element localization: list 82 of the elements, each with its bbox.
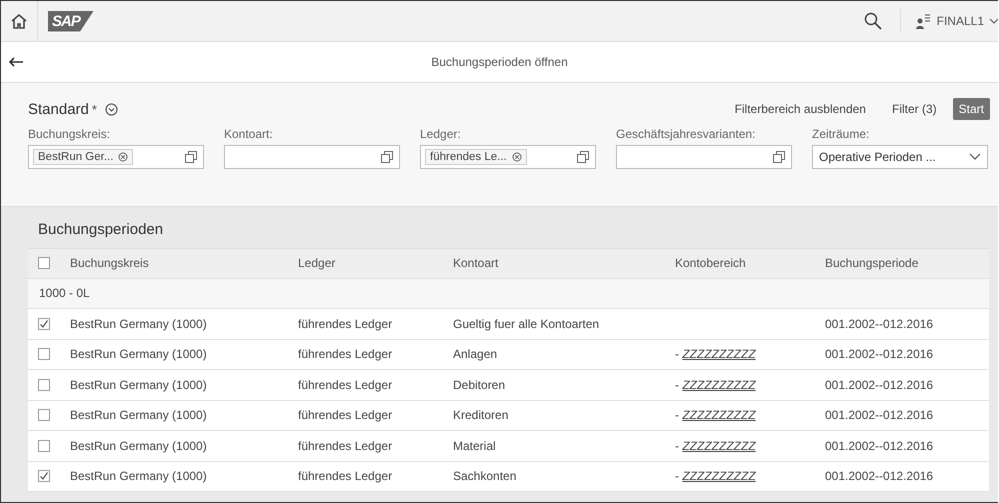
table-cell: führendes Ledger bbox=[298, 347, 392, 362]
hide-filters-button[interactable]: Filterbereich ausblenden bbox=[734, 102, 866, 116]
checkbox[interactable] bbox=[38, 440, 50, 452]
table-cell: Gueltig fuer alle Kontoarten bbox=[453, 316, 600, 331]
table-cell: - bbox=[675, 438, 679, 453]
input-field[interactable]: führendes Le... bbox=[420, 145, 596, 169]
dropdown-icon[interactable] bbox=[969, 153, 981, 161]
checkbox[interactable] bbox=[38, 318, 50, 330]
user-name[interactable]: FINALL1 bbox=[936, 14, 984, 28]
user-icon[interactable] bbox=[914, 13, 931, 29]
value-help-icon[interactable] bbox=[185, 151, 197, 163]
table-cell: Debitoren bbox=[453, 378, 506, 392]
input-field[interactable] bbox=[224, 145, 400, 169]
group-label: 1000 - 0L bbox=[39, 286, 90, 300]
logo-icon[interactable]: SAP bbox=[48, 10, 94, 32]
search-icon[interactable] bbox=[864, 12, 882, 30]
token[interactable]: BestRun Ger... bbox=[33, 149, 134, 165]
chevron-icon[interactable] bbox=[990, 17, 998, 25]
field-label: Zeiträume: bbox=[812, 127, 870, 141]
table-cell: 001.2002--012.2016 bbox=[825, 408, 934, 422]
checkbox[interactable] bbox=[38, 257, 50, 270]
range-link[interactable]: ZZZZZZZZZZ bbox=[682, 378, 756, 392]
table-cell: führendes Ledger bbox=[298, 378, 392, 392]
table-cell: - bbox=[675, 378, 679, 392]
dropdown-icon[interactable] bbox=[104, 102, 118, 116]
variant-name[interactable]: Standard bbox=[28, 100, 89, 118]
table-cell: - bbox=[675, 347, 679, 362]
table-cell: Anlagen bbox=[453, 347, 498, 362]
table-cell: führendes Ledger bbox=[298, 438, 392, 453]
table-cell: 001.2002--012.2016 bbox=[825, 316, 934, 331]
field-label: Geschäftsjahresvarianten: bbox=[616, 127, 756, 141]
table-cell: BestRun Germany (1000) bbox=[70, 316, 207, 331]
table-cell: 001.2002--012.2016 bbox=[825, 438, 934, 453]
table-cell: - bbox=[675, 469, 679, 484]
value-help-icon[interactable] bbox=[773, 151, 785, 163]
table-cell: BestRun Germany (1000) bbox=[70, 378, 207, 392]
column-header[interactable]: Buchungsperiode bbox=[825, 256, 918, 270]
range-link[interactable]: ZZZZZZZZZZ bbox=[682, 408, 756, 422]
page-title: Buchungsperioden öffnen bbox=[431, 55, 568, 69]
checkbox[interactable] bbox=[38, 348, 50, 360]
checkbox[interactable] bbox=[38, 470, 50, 482]
table-cell: BestRun Germany (1000) bbox=[70, 347, 207, 362]
remove-icon[interactable] bbox=[118, 152, 128, 162]
modified-marker: * bbox=[92, 102, 97, 116]
token[interactable]: führendes Le... bbox=[425, 149, 527, 165]
input-field[interactable] bbox=[616, 145, 792, 169]
table-cell: Kreditoren bbox=[453, 408, 508, 422]
range-link[interactable]: ZZZZZZZZZZ bbox=[682, 438, 756, 453]
table-cell: Material bbox=[453, 438, 496, 453]
checkbox[interactable] bbox=[38, 378, 50, 391]
column-header[interactable]: Kontoart bbox=[453, 256, 498, 270]
table-cell: Sachkonten bbox=[453, 469, 516, 484]
table-cell: 001.2002--012.2016 bbox=[825, 469, 934, 484]
checkbox[interactable] bbox=[38, 409, 50, 422]
range-link[interactable]: ZZZZZZZZZZ bbox=[682, 347, 756, 362]
table-cell: führendes Ledger bbox=[298, 469, 392, 484]
table-cell: 001.2002--012.2016 bbox=[825, 347, 934, 362]
table-cell: 001.2002--012.2016 bbox=[825, 378, 934, 392]
field-label: Ledger: bbox=[420, 127, 462, 141]
group-header[interactable]: 1000 - 0L bbox=[28, 278, 989, 309]
table-cell: - bbox=[675, 408, 679, 422]
column-header[interactable]: Kontobereich bbox=[675, 256, 746, 270]
table-cell: BestRun Germany (1000) bbox=[70, 408, 207, 422]
table-cell: führendes Ledger bbox=[298, 408, 392, 422]
remove-icon[interactable] bbox=[512, 152, 522, 162]
field-label: Kontoart: bbox=[224, 127, 274, 141]
filters-button[interactable]: Filter (3) bbox=[892, 102, 937, 116]
column-header[interactable]: Buchungskreis bbox=[70, 256, 149, 270]
input-field[interactable]: BestRun Ger... bbox=[28, 145, 204, 169]
table-cell: führendes Ledger bbox=[298, 316, 392, 331]
table-cell: BestRun Germany (1000) bbox=[70, 469, 207, 484]
table-title: Buchungsperioden bbox=[37, 220, 164, 240]
range-link[interactable]: ZZZZZZZZZZ bbox=[682, 469, 756, 484]
value-help-icon[interactable] bbox=[381, 151, 393, 163]
value-help-icon[interactable] bbox=[577, 151, 589, 163]
column-header[interactable]: Ledger bbox=[298, 256, 336, 270]
select-field[interactable]: Operative Perioden ... bbox=[812, 145, 988, 169]
home-icon[interactable] bbox=[11, 13, 27, 29]
start-button[interactable]: Start bbox=[952, 98, 990, 120]
back-button[interactable] bbox=[7, 55, 25, 69]
table-cell: BestRun Germany (1000) bbox=[70, 438, 207, 453]
field-label: Buchungskreis: bbox=[28, 127, 112, 141]
